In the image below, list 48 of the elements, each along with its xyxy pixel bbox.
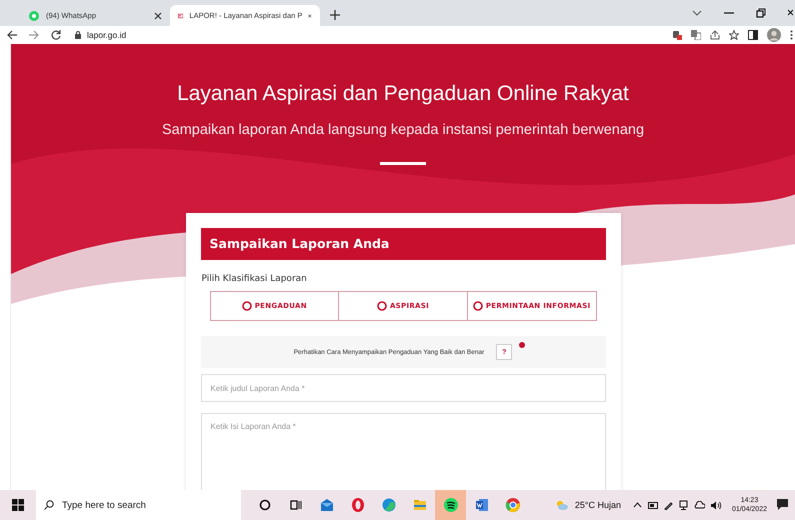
spotify-icon [442,497,458,513]
classification-label: Pilih Klasifikasi Laporan [200,273,308,286]
chevron-up-icon[interactable] [632,502,642,508]
back-arrow-icon[interactable] [7,30,17,40]
taskbar-app-button[interactable] [435,490,466,520]
form-heading: Sampaikan Laporan Anda [200,228,606,260]
reload-icon[interactable] [51,30,61,40]
battery-icon[interactable] [648,502,658,508]
title-input-field[interactable]: Ketik judul Laporan Anda * [200,374,606,402]
weather-text: 25°C Hujan [574,500,621,510]
notification-dot-icon [518,342,524,348]
notification-icon[interactable] [777,499,789,511]
star-icon[interactable] [729,30,739,40]
close-icon[interactable] [788,8,793,18]
weather-icon [554,499,569,511]
whatsapp-icon [28,10,40,22]
windows-start-icon[interactable] [12,499,24,511]
cloud-icon[interactable] [694,501,705,509]
speaker-icon[interactable] [710,500,722,510]
chevron-down-icon[interactable] [692,8,702,18]
search-icon [44,500,54,510]
extension-icon[interactable] [672,30,682,40]
opera-icon [350,497,366,513]
chrome-icon [504,497,520,513]
edge-icon [380,497,396,513]
circle-icon [256,497,272,513]
pen-icon[interactable] [664,500,673,510]
folder-icon [412,497,428,513]
envelope-icon [318,497,334,513]
more-icon[interactable] [790,30,793,40]
avatar-icon[interactable] [767,28,781,42]
side-panel-icon[interactable] [748,30,758,40]
plus-icon[interactable] [330,10,340,20]
address-field[interactable]: lapor.go.id [75,30,375,40]
title-underline [380,162,426,165]
restore-icon[interactable] [756,8,766,18]
translate-icon[interactable] [691,30,701,40]
close-icon[interactable] [154,12,162,20]
page-title: Layanan Aspirasi dan Pengaduan Online Rakyat [177,81,629,107]
network-icon[interactable] [678,500,688,510]
close-icon[interactable] [308,12,312,20]
forward-arrow-icon[interactable] [29,30,39,40]
word-icon [474,497,490,513]
report-text-field[interactable]: Ketik Isi Laporan Anda * [200,413,606,490]
lock-icon [75,31,81,39]
taskbar-search-field[interactable]: Type here to search [36,490,241,520]
page-subtitle: Sampaikan laporan Anda langsung kepada instansi pemerintah berwenang [162,121,644,140]
share-icon[interactable] [710,30,720,40]
